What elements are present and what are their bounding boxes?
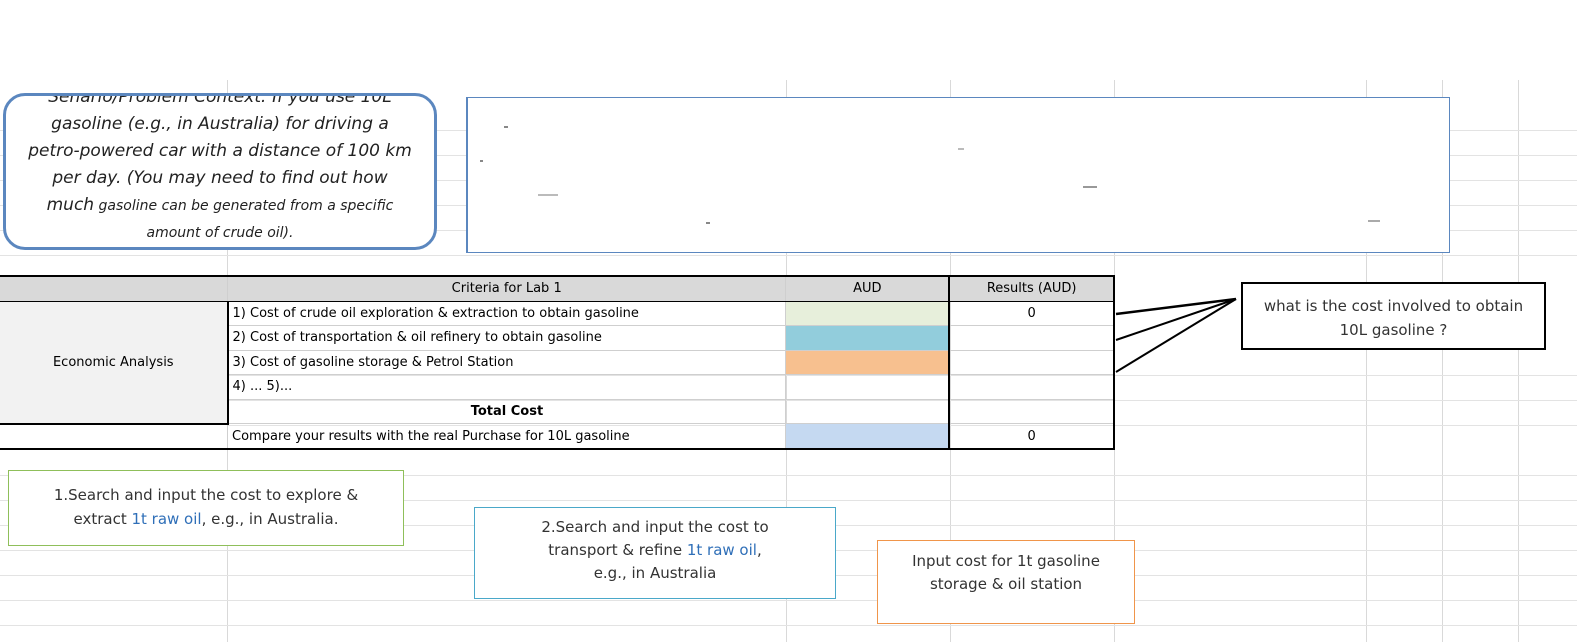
instruction-line: e.g., in Australia bbox=[593, 564, 717, 582]
instruction-text: , bbox=[756, 541, 762, 559]
header-blank-cell bbox=[0, 275, 229, 302]
instruction-box-2[interactable]: 2.Search and input the cost to transport… bbox=[474, 507, 836, 599]
scenario-line: gasoline (e.g., in Australia) for drivin… bbox=[51, 114, 389, 134]
grid-row-line bbox=[0, 600, 1577, 601]
connector-line bbox=[1115, 298, 1237, 341]
criteria-label[interactable]: 1) Cost of crude oil exploration & extra… bbox=[227, 300, 787, 326]
aud-input-cell[interactable] bbox=[785, 325, 951, 351]
instruction-box-3[interactable]: Input cost for 1t gasoline storage & oil… bbox=[877, 540, 1135, 624]
instruction-text: transport & refine bbox=[548, 541, 687, 559]
scenario-word: much bbox=[46, 195, 95, 215]
scenario-line: Senario/Problem Context: If you use 10L bbox=[48, 93, 392, 107]
criteria-label[interactable]: 2) Cost of transportation & oil refinery… bbox=[227, 325, 787, 351]
result-cell[interactable] bbox=[948, 349, 1115, 375]
instruction-line: extract 1t raw oil, e.g., in Australia. bbox=[9, 507, 403, 531]
redacted-mark bbox=[538, 194, 558, 196]
instruction-box-1[interactable]: 1.Search and input the cost to explore &… bbox=[8, 470, 404, 546]
result-cell[interactable] bbox=[948, 374, 1115, 400]
compare-aud-cell[interactable] bbox=[785, 423, 951, 450]
total-aud-cell[interactable] bbox=[785, 398, 951, 424]
blank-cell bbox=[0, 423, 229, 450]
scenario-context-box[interactable]: Senario/Problem Context: If you use 10L … bbox=[3, 93, 437, 250]
highlight-text: 1t raw oil bbox=[131, 510, 202, 528]
redacted-mark bbox=[1083, 186, 1097, 188]
connector-line bbox=[1115, 297, 1237, 316]
question-callout-box[interactable]: what is the cost involved to obtain 10L … bbox=[1241, 282, 1546, 350]
compare-result-cell[interactable]: 0 bbox=[948, 423, 1115, 450]
table-row: Economic Analysis 1) Cost of crude oil e… bbox=[0, 300, 1115, 425]
highlight-text: 1t raw oil bbox=[686, 541, 757, 559]
total-cost-label: Total Cost bbox=[227, 398, 787, 424]
scenario-line: much gasoline can be generated from a sp… bbox=[16, 192, 424, 220]
aud-input-cell[interactable] bbox=[785, 374, 951, 400]
table-header-row: Criteria for Lab 1 AUD Results (AUD) bbox=[0, 275, 1115, 302]
redacted-mark bbox=[1368, 220, 1380, 222]
connector-line bbox=[1115, 298, 1237, 373]
redacted-mark bbox=[504, 126, 508, 128]
aud-input-cell[interactable] bbox=[785, 300, 951, 326]
redacted-text-box[interactable] bbox=[466, 97, 1450, 253]
scenario-small-text: gasoline can be generated from a specifi… bbox=[94, 198, 394, 214]
result-cell[interactable]: 0 bbox=[948, 300, 1115, 326]
total-result-cell[interactable] bbox=[948, 398, 1115, 424]
scenario-context-text: Senario/Problem Context: If you use 10L … bbox=[16, 93, 424, 247]
scenario-line: per day. (You may need to find out how bbox=[52, 168, 388, 188]
redacted-mark bbox=[480, 160, 483, 162]
result-cell[interactable] bbox=[948, 325, 1115, 351]
grid-row-line bbox=[0, 255, 1577, 256]
category-economic-analysis: Economic Analysis bbox=[0, 300, 229, 425]
table-row: Compare your results with the real Purch… bbox=[0, 423, 1115, 450]
instruction-line: Input cost for 1t gasoline bbox=[912, 552, 1100, 570]
callout-line: 10L gasoline ? bbox=[1339, 321, 1448, 339]
instruction-line: storage & oil station bbox=[929, 575, 1083, 593]
criteria-label[interactable]: 4) ... 5)... bbox=[227, 374, 787, 400]
grid-column-line bbox=[1518, 80, 1519, 642]
scenario-line: amount of crude oil). bbox=[146, 225, 294, 241]
instruction-text: , e.g., in Australia. bbox=[201, 510, 339, 528]
grid-row-line bbox=[0, 625, 1577, 626]
header-criteria: Criteria for Lab 1 bbox=[227, 275, 787, 302]
header-results: Results (AUD) bbox=[948, 275, 1115, 302]
instruction-line: 2.Search and input the cost to bbox=[541, 518, 769, 536]
scenario-line: petro-powered car with a distance of 100… bbox=[28, 141, 412, 161]
criteria-table: Criteria for Lab 1 AUD Results (AUD) Eco… bbox=[0, 275, 1115, 450]
criteria-label[interactable]: 3) Cost of gasoline storage & Petrol Sta… bbox=[227, 349, 787, 375]
instruction-text: extract bbox=[73, 510, 132, 528]
aud-input-cell[interactable] bbox=[785, 349, 951, 375]
compare-label[interactable]: Compare your results with the real Purch… bbox=[227, 423, 787, 450]
redacted-mark bbox=[958, 148, 964, 150]
redacted-mark bbox=[706, 222, 710, 224]
header-aud: AUD bbox=[785, 275, 951, 302]
instruction-line: transport & refine 1t raw oil, bbox=[475, 539, 835, 562]
instruction-line: 1.Search and input the cost to explore & bbox=[53, 486, 359, 504]
callout-line: what is the cost involved to obtain bbox=[1263, 297, 1524, 315]
